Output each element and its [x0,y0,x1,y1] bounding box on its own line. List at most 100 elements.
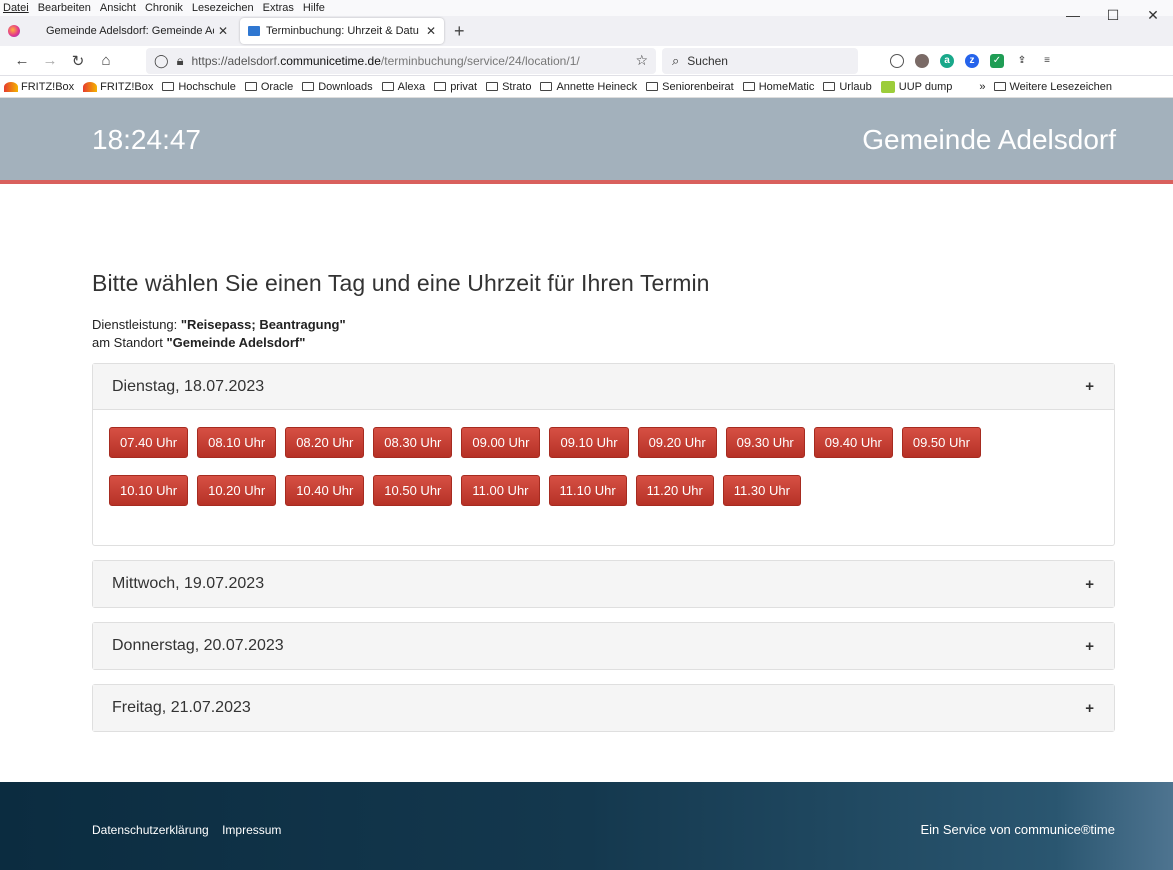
imprint-link[interactable]: Impressum [222,823,281,837]
time-slot-button[interactable]: 11.00 Uhr [461,475,540,506]
bookmark-alexa[interactable]: Alexa [381,81,425,93]
expand-icon[interactable]: + [1085,576,1094,593]
bookmark-seniorenbeirat[interactable]: Seniorenbeirat [646,81,734,93]
bookmark-uup-dump[interactable]: UUP dump [880,80,952,93]
tab-close-icon[interactable]: ✕ [213,24,228,38]
folder-icon [302,82,315,91]
time-slot-button[interactable]: 11.20 Uhr [635,475,714,506]
bookmark-downloads[interactable]: Downloads [302,81,373,93]
org-name: Gemeinde Adelsdorf [862,124,1116,155]
folder-icon [646,82,659,91]
expand-icon[interactable]: + [1085,638,1094,655]
menu-lesezeichen[interactable]: Lesezeichen [192,2,254,14]
time-slot-button[interactable]: 08.30 Uhr [373,427,453,458]
day-header[interactable]: Mittwoch, 19.07.2023 + [93,561,1114,607]
folder-icon [486,82,499,91]
day-header[interactable]: Freitag, 21.07.2023 + [93,685,1114,731]
bookmark-homematic[interactable]: HomeMatic [742,81,814,93]
time-slot-button[interactable]: 08.20 Uhr [285,427,365,458]
search-icon: ⌕ [672,52,680,68]
menu-ansicht[interactable]: Ansicht [100,2,136,14]
menu-chronik[interactable]: Chronik [145,2,183,14]
bookmark-annette-heineck[interactable]: Annette Heineck [540,81,637,93]
privacy-link[interactable]: Datenschutzerklärung [92,823,209,837]
close-window-button[interactable]: ✕ [1133,0,1173,30]
search-placeholder: Suchen [687,53,728,68]
day-panel: Freitag, 21.07.2023 + [92,684,1115,732]
clock: 18:24:47 [92,124,201,155]
tab-title: Terminbuchung: Uhrzeit & Datu [266,25,419,37]
bookmark-strato[interactable]: Strato [486,81,531,93]
time-slot-button[interactable]: 10.20 Uhr [197,475,277,506]
extension-a-icon[interactable]: a [940,53,954,68]
bookmark-weitere-lesezeichen[interactable]: Weitere Lesezeichen [993,81,1112,93]
time-slot-button[interactable]: 08.10 Uhr [197,427,277,458]
day-list: Dienstag, 18.07.2023 +07.40 Uhr 08.10 Uhr 0… [92,363,1115,732]
time-slot-button[interactable]: 07.40 Uhr [109,427,189,458]
uup-icon [880,80,895,93]
bookmark-fritzbox-2[interactable]: FRITZ!Box [83,81,153,93]
time-slot-button[interactable]: 09.30 Uhr [725,427,805,458]
url-bar[interactable]: ◯ 🔒︎ https://adelsdorf. communicetime.de /… [146,47,656,74]
time-slot-button[interactable]: 09.10 Uhr [549,427,629,458]
reload-icon[interactable]: ↻ [64,52,92,70]
time-slot-button[interactable]: 09.40 Uhr [813,427,893,458]
folder-icon [993,82,1006,91]
lock-icon[interactable]: 🔒︎ [177,53,184,69]
extension-z-icon[interactable]: z [965,53,979,68]
minimize-button[interactable]: — [1053,0,1093,30]
time-slot-button[interactable]: 10.50 Uhr [373,475,453,506]
booking-info: Dienstleistung: "Reisepass; Beantragung"… [92,316,1115,352]
maximize-button[interactable]: ☐ [1093,0,1133,30]
firefox-icon[interactable] [4,21,24,41]
bookmark-oracle[interactable]: Oracle [244,81,293,93]
tab-bar: Gemeinde Adelsdorf: Gemeinde Ad ✕ Termin… [0,16,1173,46]
tab-close-icon[interactable]: ✕ [421,24,436,38]
url-domain: communicetime.de [280,53,381,68]
shield-icon[interactable]: ◯ [154,53,169,69]
time-slot-button[interactable]: 10.40 Uhr [285,475,365,506]
menu-bar: Datei Bearbeiten Ansicht Chronik Lesezei… [0,0,1173,23]
tab-gemeinde-adelsdorf[interactable]: Gemeinde Adelsdorf: Gemeinde Ad ✕ [38,18,236,44]
new-tab-icon[interactable]: + [454,21,465,42]
day-header[interactable]: Dienstag, 18.07.2023 + [93,364,1114,410]
day-label: Dienstag, 18.07.2023 [112,377,265,395]
site-header: 18:24:47 Gemeinde Adelsdorf [0,98,1173,184]
bookmarks-overflow-icon[interactable]: » [979,81,985,93]
expand-icon[interactable]: + [1085,378,1094,395]
day-label: Donnerstag, 20.07.2023 [112,637,284,654]
extension-shield-icon[interactable]: ✓ [990,53,1004,68]
menu-datei[interactable]: Datei [3,2,29,14]
location-value: "Gemeinde Adelsdorf" [166,335,306,350]
tab-terminbuchung[interactable]: Terminbuchung: Uhrzeit & Datu ✕ [240,18,444,44]
service-line: Dienstleistung: "Reisepass; Beantragung" [92,317,346,332]
forward-icon[interactable]: → [36,52,64,69]
booking-content: Bitte wählen Sie einen Tag und eine Uhrz… [0,184,1115,732]
bookmark-fritzbox-1[interactable]: FRITZ!Box [4,81,74,93]
bookmark-hochschule[interactable]: Hochschule [162,81,236,93]
extension-avatar-icon[interactable] [915,53,929,68]
bookmark-privat[interactable]: privat [434,81,477,93]
home-icon[interactable]: ⌂ [92,52,120,69]
time-slot-button[interactable]: 10.10 Uhr [109,475,189,506]
time-slot-button[interactable]: 09.50 Uhr [901,427,981,458]
expand-icon[interactable]: + [1085,700,1094,717]
time-slot-button[interactable]: 09.20 Uhr [637,427,717,458]
back-icon[interactable]: ← [8,52,36,69]
time-slot-button[interactable]: 11.30 Uhr [722,475,801,506]
share-icon[interactable]: ⇪ [1015,54,1029,68]
folder-icon [381,82,394,91]
menu-icon[interactable]: ≡ [1040,54,1054,68]
menu-bearbeiten[interactable]: Bearbeiten [38,2,91,14]
day-header[interactable]: Donnerstag, 20.07.2023 + [93,623,1114,669]
nav-bar: ← → ↻ ⌂ ◯ 🔒︎ https://adelsdorf. communice… [0,46,1173,76]
bookmark-star-icon[interactable]: ☆ [635,52,648,69]
pocket-icon[interactable] [890,53,904,68]
search-input[interactable]: ⌕ Suchen [662,47,858,74]
menu-hilfe[interactable]: Hilfe [303,2,325,14]
day-label: Freitag, 21.07.2023 [112,699,251,716]
time-slot-button[interactable]: 09.00 Uhr [461,427,541,458]
bookmark-urlaub[interactable]: Urlaub [823,81,872,93]
menu-extras[interactable]: Extras [263,2,294,14]
time-slot-button[interactable]: 11.10 Uhr [548,475,627,506]
